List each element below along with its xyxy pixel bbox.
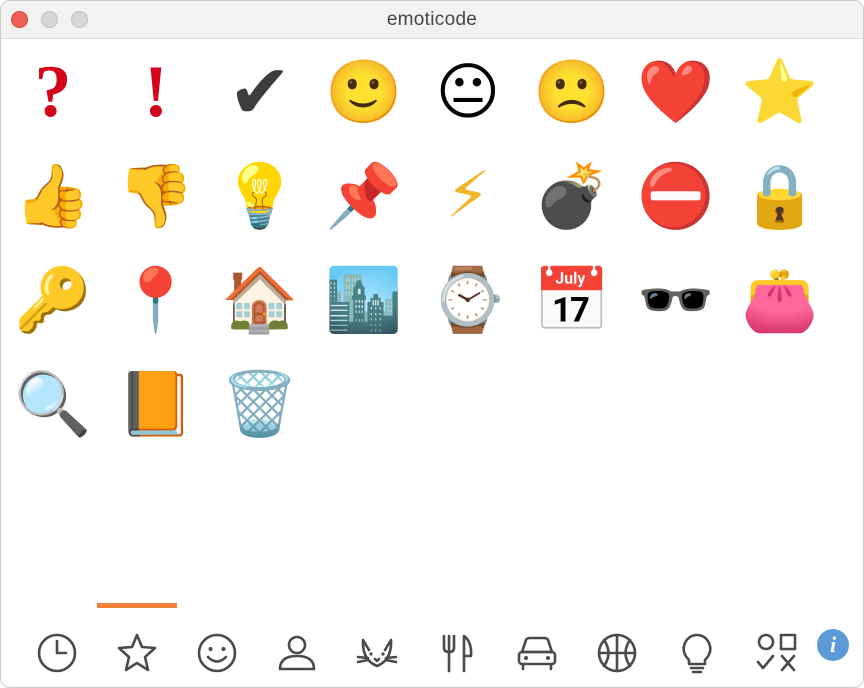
emoji-red-heart[interactable]: ❤️ — [624, 40, 728, 144]
info-icon: i — [829, 632, 837, 657]
emoji-purse[interactable]: 👛 — [728, 248, 832, 352]
thumbs-down-glyph: 👎 — [117, 159, 195, 232]
purse-glyph: 👛 — [741, 263, 819, 336]
emoji-no-entry[interactable]: ⛔ — [624, 144, 728, 248]
emoji-lock[interactable]: 🔒 — [728, 144, 832, 248]
key-glyph: 🔑 — [14, 263, 92, 336]
info-button[interactable]: i — [817, 629, 849, 661]
question-mark-glyph: ? — [34, 51, 72, 133]
lock-glyph: 🔒 — [741, 159, 819, 232]
red-heart-glyph: ❤️ — [637, 55, 715, 128]
emoji-exclamation-mark[interactable]: ! — [104, 40, 208, 144]
tab-food[interactable] — [425, 621, 489, 685]
thumbs-up-glyph: 👍 — [14, 159, 92, 232]
emoji-watch[interactable]: ⌚ — [416, 248, 520, 352]
emoji-check-mark[interactable]: ✔ — [208, 40, 312, 144]
emoji-thumbs-up[interactable]: 👍 — [1, 144, 105, 248]
title-bar: emoticode — [1, 1, 863, 39]
car-icon — [517, 636, 557, 671]
magnifying-glass-glyph: 🔍 — [14, 367, 92, 440]
person-icon — [278, 635, 316, 671]
lightbulb-icon — [682, 633, 712, 674]
emoji-book[interactable]: 📙 — [104, 352, 208, 456]
slightly-frowning-face-glyph: 🙁 — [533, 55, 611, 128]
no-entry-glyph: ⛔ — [637, 159, 715, 232]
tab-activities[interactable] — [585, 621, 649, 685]
neutral-face-glyph: 😐 — [435, 55, 501, 128]
selected-tab-indicator — [97, 603, 177, 608]
light-bulb-glyph: 💡 — [221, 159, 299, 232]
emoji-thumbs-down[interactable]: 👎 — [104, 144, 208, 248]
emoji-cityscape[interactable]: 🏙️ — [312, 248, 416, 352]
wastebasket-glyph: 🗑️ — [221, 367, 299, 440]
emoji-star[interactable]: ⭐ — [728, 40, 832, 144]
calendar-glyph: 📅 — [533, 263, 611, 336]
star-glyph: ⭐ — [741, 55, 819, 128]
emoji-key[interactable]: 🔑 — [1, 248, 105, 352]
emoji-lightning[interactable]: ⚡ — [416, 144, 520, 248]
round-pushpin-glyph: 📍 — [117, 263, 195, 336]
pushpin-glyph: 📌 — [325, 159, 403, 232]
tab-objects[interactable] — [665, 621, 729, 685]
slightly-smiling-face-glyph: 🙂 — [325, 55, 403, 128]
cat-icon — [356, 638, 398, 668]
symbols-icon — [756, 633, 797, 672]
emoji-slightly-frowning-face[interactable]: 🙁 — [520, 40, 624, 144]
cityscape-glyph: 🏙️ — [325, 263, 403, 336]
tab-recent[interactable] — [25, 621, 89, 685]
emoji-bomb[interactable]: 💣 — [520, 144, 624, 248]
app-window: emoticode ?! ✔ 🙂 😐 🙁 ❤️ ⭐ 👍 👎 💡 📌 ⚡ 💣 ⛔ 🔒 🔑 📍 🏠 🏙️ ⌚ 📅 🕶️ 👛 🔍 📙 🗑… — [0, 0, 864, 688]
emoji-question-mark[interactable]: ? — [1, 40, 105, 144]
category-tab-bar — [1, 601, 863, 687]
house-glyph: 🏠 — [221, 263, 299, 336]
smiley-icon — [197, 633, 237, 673]
bomb-glyph: 💣 — [533, 159, 611, 232]
emoji-calendar[interactable]: 📅 — [520, 248, 624, 352]
check-mark-glyph: ✔ — [228, 47, 292, 136]
fork-knife-icon — [442, 634, 473, 673]
emoji-round-pushpin[interactable]: 📍 — [104, 248, 208, 352]
tab-people[interactable] — [265, 621, 329, 685]
emoji-wastebasket[interactable]: 🗑️ — [208, 352, 312, 456]
watch-glyph: ⌚ — [429, 263, 507, 336]
basketball-icon — [597, 633, 637, 673]
lightning-glyph: ⚡ — [445, 159, 491, 233]
window-title: emoticode — [386, 9, 478, 30]
tab-symbols[interactable] — [745, 621, 809, 685]
emoji-neutral-face[interactable]: 😐 — [416, 40, 520, 144]
tab-animals[interactable] — [345, 621, 409, 685]
star-icon — [117, 633, 157, 672]
emoji-sunglasses[interactable]: 🕶️ — [624, 248, 728, 352]
emoji-grid: ?! ✔ 🙂 😐 🙁 ❤️ ⭐ 👍 👎 💡 📌 ⚡ 💣 ⛔ 🔒 🔑 📍 🏠 🏙️ ⌚ 📅 🕶️ 👛 🔍 📙 🗑️ — [1, 40, 863, 600]
clock-icon — [37, 633, 77, 673]
sunglasses-glyph: 🕶️ — [637, 263, 715, 336]
emoji-light-bulb[interactable]: 💡 — [208, 144, 312, 248]
exclamation-mark-glyph: ! — [143, 51, 169, 133]
book-glyph: 📙 — [117, 367, 195, 440]
tab-favorites[interactable] — [105, 621, 169, 685]
emoji-pushpin[interactable]: 📌 — [312, 144, 416, 248]
emoji-house[interactable]: 🏠 — [208, 248, 312, 352]
tab-travel[interactable] — [505, 621, 569, 685]
emoji-slightly-smiling-face[interactable]: 🙂 — [312, 40, 416, 144]
tab-smileys[interactable] — [185, 621, 249, 685]
emoji-magnifying-glass[interactable]: 🔍 — [1, 352, 105, 456]
